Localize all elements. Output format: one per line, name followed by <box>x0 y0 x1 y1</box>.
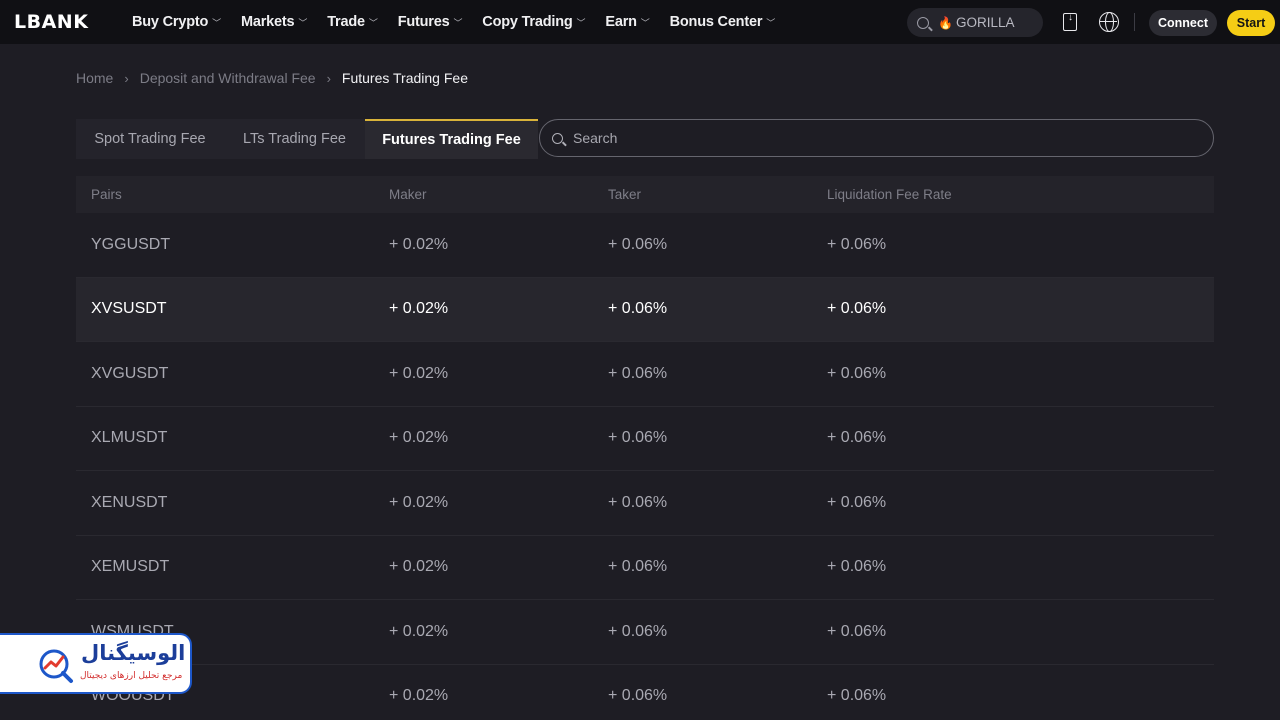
taker-cell: + 0.06% <box>608 429 668 447</box>
search-icon <box>552 132 563 144</box>
watermark-subtitle: مرجع تحلیل ارزهای دیجیتال <box>80 671 183 681</box>
menu-earn[interactable]: Earn ﹀ <box>605 14 649 30</box>
breadcrumb-current: Futures Trading Fee <box>341 70 468 86</box>
maker-cell: + 0.02% <box>389 235 449 253</box>
table-header: Pairs Maker Taker Liquidation Fee Rate <box>76 176 1214 213</box>
tab-spot-trading-fee[interactable]: Spot Trading Fee <box>76 119 224 159</box>
breadcrumb: Home › Deposit and Withdrawal Fee › Futu… <box>76 70 468 86</box>
taker-cell: + 0.06% <box>608 493 668 511</box>
menu-trade[interactable]: Trade ﹀ <box>327 14 378 30</box>
pair-cell: XEMUSDT <box>91 558 170 576</box>
chevron-right-icon: › <box>326 70 331 86</box>
top-nav: LBANK Buy Crypto ﹀ Markets ﹀ Trade ﹀ Future… <box>0 0 1280 44</box>
chevron-down-icon: ﹀ <box>453 17 463 28</box>
liquidation-fee-cell: + 0.06% <box>827 493 887 511</box>
start-button[interactable]: Start <box>1227 10 1275 36</box>
liquidation-fee-cell: + 0.06% <box>827 558 887 576</box>
lbank-logo[interactable]: LBANK <box>14 11 88 33</box>
fee-table: Pairs Maker Taker Liquidation Fee Rate Y… <box>76 176 1214 720</box>
maker-cell: + 0.02% <box>389 558 449 576</box>
menu-label: Markets <box>240 14 295 30</box>
liquidation-fee-cell: + 0.06% <box>827 235 887 253</box>
table-row[interactable]: XVSUSDT + 0.02% + 0.06% + 0.06% <box>76 277 1214 342</box>
tab-lts-trading-fee[interactable]: LTs Trading Fee <box>224 119 365 159</box>
fire-icon: 🔥 <box>938 15 953 30</box>
download-app-icon[interactable] <box>1063 12 1077 31</box>
maker-cell: + 0.02% <box>389 493 449 511</box>
header-liquidation-fee-rate: Liquidation Fee Rate <box>827 187 952 202</box>
table-row[interactable]: YGGUSDT + 0.02% + 0.06% + 0.06% <box>76 213 1214 278</box>
menu-markets[interactable]: Markets ﹀ <box>241 14 307 30</box>
chevron-down-icon: ﹀ <box>640 17 650 28</box>
pair-cell: XVGUSDT <box>91 364 169 382</box>
liquidation-fee-cell: + 0.06% <box>827 622 887 640</box>
menu-copy-trading[interactable]: Copy Trading ﹀ <box>482 14 585 30</box>
chevron-down-icon: ﹀ <box>368 17 378 28</box>
breadcrumb-home[interactable]: Home <box>76 70 113 86</box>
menu-label: Buy Crypto <box>132 14 209 30</box>
pair-cell: XVSUSDT <box>91 300 167 318</box>
table-row[interactable]: XEMUSDT + 0.02% + 0.06% + 0.06% <box>76 536 1214 600</box>
menu-buy-crypto[interactable]: Buy Crypto ﹀ <box>132 14 221 30</box>
chevron-down-icon: ﹀ <box>576 17 586 28</box>
table-row[interactable]: XVGUSDT + 0.02% + 0.06% + 0.06% <box>76 342 1214 407</box>
taker-cell: + 0.06% <box>608 687 668 705</box>
search-icon <box>917 16 929 29</box>
maker-cell: + 0.02% <box>389 429 449 447</box>
pair-search <box>539 119 1214 157</box>
maker-cell: + 0.02% <box>389 364 449 382</box>
taker-cell: + 0.06% <box>608 622 668 640</box>
liquidation-fee-cell: + 0.06% <box>827 300 887 318</box>
maker-cell: + 0.02% <box>389 687 449 705</box>
search-input[interactable] <box>573 130 1173 146</box>
taker-cell: + 0.06% <box>608 558 668 576</box>
pair-cell: XENUSDT <box>91 493 168 511</box>
globe-icon[interactable] <box>1099 12 1119 32</box>
table-row[interactable]: WOOUSDT + 0.02% + 0.06% + 0.06% <box>76 665 1214 720</box>
header-pairs: Pairs <box>91 187 122 202</box>
taker-cell: + 0.06% <box>608 235 668 253</box>
table-row[interactable]: XENUSDT + 0.02% + 0.06% + 0.06% <box>76 471 1214 536</box>
chevron-down-icon: ﹀ <box>766 17 776 28</box>
nav-search-box[interactable]: 🔥 GORILLA <box>907 8 1043 37</box>
taker-cell: + 0.06% <box>608 300 668 318</box>
main-menu: Buy Crypto ﹀ Markets ﹀ Trade ﹀ Futures ﹀ Cop… <box>132 0 795 44</box>
trending-keyword: GORILLA <box>955 15 1015 30</box>
chart-magnifier-logo-icon <box>39 649 73 683</box>
pair-cell: YGGUSDT <box>91 235 171 253</box>
taker-cell: + 0.06% <box>608 364 668 382</box>
liquidation-fee-cell: + 0.06% <box>827 429 887 447</box>
table-row[interactable]: WSMUSDT + 0.02% + 0.06% + 0.06% <box>76 600 1214 665</box>
menu-label: Copy Trading <box>482 14 573 30</box>
menu-label: Futures <box>397 14 450 30</box>
connect-button[interactable]: Connect <box>1149 10 1217 36</box>
pair-cell: XLMUSDT <box>91 429 168 447</box>
tab-futures-trading-fee[interactable]: Futures Trading Fee <box>365 119 538 159</box>
header-maker: Maker <box>389 187 427 202</box>
breadcrumb-deposit-withdrawal-fee[interactable]: Deposit and Withdrawal Fee <box>140 70 316 86</box>
menu-label: Trade <box>327 14 365 30</box>
menu-label: Bonus Center <box>669 14 763 30</box>
chevron-down-icon: ﹀ <box>212 17 221 28</box>
menu-futures[interactable]: Futures ﹀ <box>398 14 463 30</box>
maker-cell: + 0.02% <box>389 622 449 640</box>
chevron-down-icon: ﹀ <box>298 17 308 28</box>
chevron-right-icon: › <box>124 70 129 86</box>
menu-bonus-center[interactable]: Bonus Center ﹀ <box>669 14 776 30</box>
fee-tabs: Spot Trading Fee LTs Trading Fee Futures… <box>76 119 538 159</box>
liquidation-fee-cell: + 0.06% <box>827 364 887 382</box>
maker-cell: + 0.02% <box>389 300 449 318</box>
nav-divider <box>1134 13 1135 31</box>
table-row[interactable]: XLMUSDT + 0.02% + 0.06% + 0.06% <box>76 407 1214 471</box>
liquidation-fee-cell: + 0.06% <box>827 687 887 705</box>
header-taker: Taker <box>608 187 642 202</box>
menu-label: Earn <box>605 14 637 30</box>
watermark-badge: الوسیگنال مرجع تحلیل ارزهای دیجیتال <box>0 633 192 694</box>
watermark-title: الوسیگنال <box>81 641 186 665</box>
